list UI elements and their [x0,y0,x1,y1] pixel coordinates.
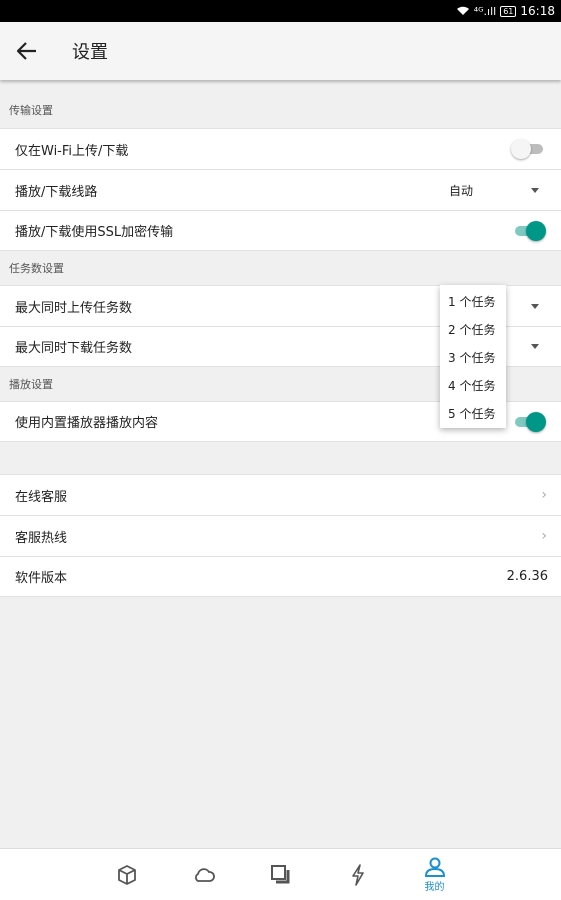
nav-item-layers[interactable] [242,849,319,900]
version-row: 软件版本 2.6.36 [0,556,561,597]
page-title: 设置 [72,42,108,63]
wifi-only-toggle[interactable] [511,139,545,159]
max-upload-label: 最大同时上传任务数 [15,300,133,316]
arrow-back-icon [17,42,37,60]
nav-label-me: 我的 [424,882,445,893]
wifi-only-row[interactable]: 仅在Wi-Fi上传/下载 [0,128,561,169]
max-download-label: 最大同时下载任务数 [15,341,133,356]
builtin-player-toggle[interactable] [513,411,546,432]
caret-down-icon [531,344,539,349]
dropdown-option[interactable]: 2 个任务 [440,315,506,343]
wifi-icon [456,6,470,16]
nav-item-cloud[interactable] [165,849,242,900]
status-bar: ⁴ᴳ.ıll 61 16:18 [0,0,561,22]
dropdown-option[interactable]: 4 个任务 [440,371,506,399]
route-select[interactable]: 自动 [449,182,539,199]
online-support-label: 在线客服 [15,489,68,505]
route-row[interactable]: 播放/下载线路 自动 [0,169,561,210]
route-label: 播放/下载线路 [15,184,98,200]
cloud-icon [192,866,216,884]
signal-icon: ⁴ᴳ.ıll [473,4,497,18]
nav-item-box[interactable] [88,849,165,900]
version-value: 2.6.36 [506,569,548,584]
bottom-nav: 我的 [0,848,561,900]
online-support-row[interactable]: 在线客服 › [0,474,561,515]
version-label: 软件版本 [15,571,68,586]
hotline-label: 客服热线 [15,530,68,546]
layers-icon [270,864,292,886]
hotline-row[interactable]: 客服热线 › [0,515,561,556]
ssl-toggle[interactable] [513,220,546,241]
dropdown-option[interactable]: 5 个任务 [440,399,506,427]
back-button[interactable] [0,22,54,80]
bolt-icon [350,864,366,886]
nav-item-bolt[interactable] [319,849,396,900]
status-time: 16:18 [520,4,555,18]
dropdown-option[interactable]: 3 个任务 [440,343,506,371]
caret-down-icon [531,187,539,193]
task-count-dropdown: 1 个任务 2 个任务 3 个任务 4 个任务 5 个任务 [440,285,506,428]
chevron-right-icon: › [541,487,547,503]
ssl-row[interactable]: 播放/下载使用SSL加密传输 [0,210,561,251]
nav-item-me[interactable]: 我的 [396,849,473,900]
app-bar: 设置 [0,22,561,80]
builtin-player-label: 使用内置播放器播放内容 [15,416,159,431]
ssl-label: 播放/下载使用SSL加密传输 [15,225,174,240]
user-icon [424,857,446,877]
battery-icon: 61 [500,5,517,17]
wifi-only-label: 仅在Wi-Fi上传/下载 [15,143,129,159]
caret-down-icon [531,303,539,309]
dropdown-option[interactable]: 1 个任务 [440,287,506,315]
section-header-transfer: 传输设置 [9,104,53,117]
section-header-tasks: 任务数设置 [9,262,64,275]
route-value: 自动 [449,183,474,198]
box-icon [116,864,138,886]
chevron-right-icon: › [541,528,547,544]
